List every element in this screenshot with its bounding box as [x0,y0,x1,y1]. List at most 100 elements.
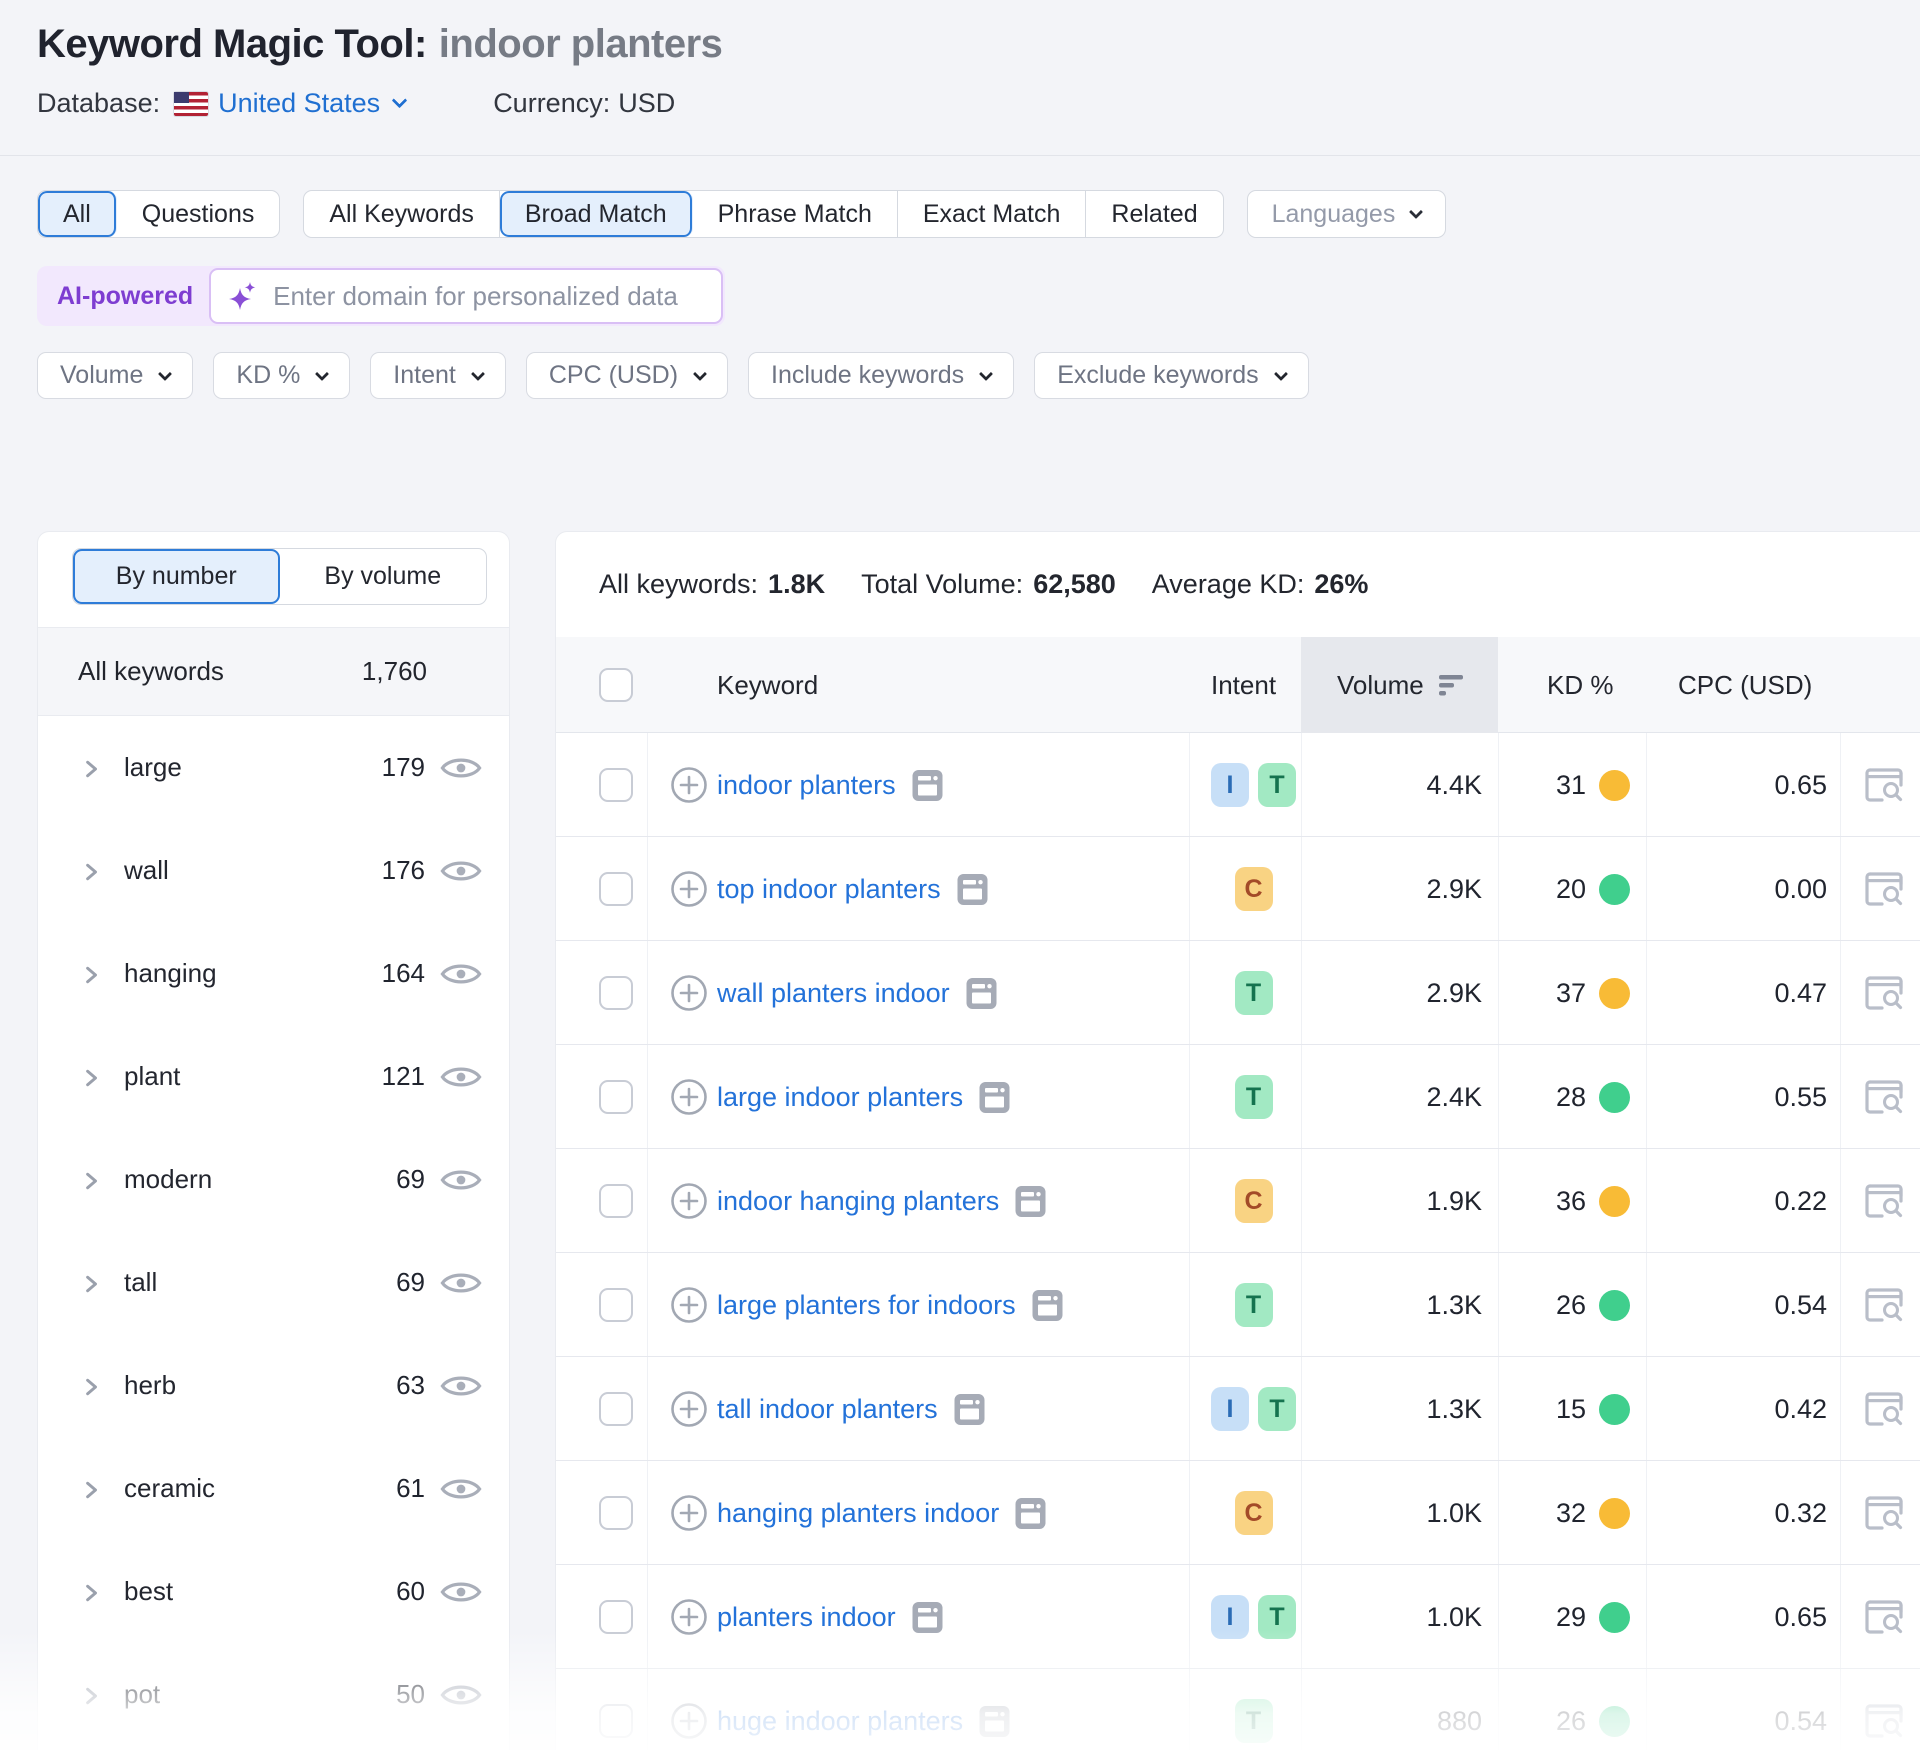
select-all-checkbox[interactable] [599,637,633,733]
serp-icon[interactable] [1015,1185,1046,1218]
add-keyword-button[interactable] [670,1669,708,1750]
add-keyword-button[interactable] [670,1565,708,1669]
group-row-best[interactable]: best 60 [38,1540,509,1643]
group-row-tall[interactable]: tall 69 [38,1231,509,1334]
filter-volume[interactable]: Volume [37,352,193,399]
row-checkbox[interactable] [599,1045,633,1149]
eye-icon[interactable] [440,1063,482,1091]
serp-icon[interactable] [979,1081,1010,1114]
column-header-keyword[interactable]: Keyword [717,637,818,733]
serp-preview-icon[interactable] [1864,767,1904,803]
serp-icon[interactable] [957,873,988,906]
group-row-modern[interactable]: modern 69 [38,1128,509,1231]
keyword-cell: top indoor planters [717,837,988,941]
row-checkbox[interactable] [599,733,633,837]
kd-difficulty-dot [1599,1706,1630,1737]
keyword-link[interactable]: large planters for indoors [717,1290,1016,1321]
group-row-hanging[interactable]: hanging 164 [38,922,509,1025]
tab-broad-match[interactable]: Broad Match [500,191,693,237]
add-keyword-button[interactable] [670,1149,708,1253]
column-header-volume[interactable]: Volume [1337,637,1464,733]
keyword-link[interactable]: indoor planters [717,770,896,801]
row-checkbox[interactable] [599,1461,633,1565]
serp-icon[interactable] [1032,1289,1063,1322]
tab-all-keywords[interactable]: All Keywords [304,191,500,237]
add-keyword-button[interactable] [670,941,708,1045]
add-keyword-button[interactable] [670,1357,708,1461]
all-keywords-group[interactable]: All keywords 1,760 [38,627,509,716]
eye-icon[interactable] [440,754,482,782]
column-header-intent[interactable]: Intent [1211,637,1276,733]
eye-icon[interactable] [440,857,482,885]
eye-icon[interactable] [440,1166,482,1194]
tab-questions[interactable]: Questions [117,191,280,237]
database-select[interactable]: United States [218,88,405,119]
eye-icon[interactable] [440,1681,482,1709]
kd-cell: 32 [1498,1461,1586,1565]
add-keyword-button[interactable] [670,1253,708,1357]
keyword-link[interactable]: tall indoor planters [717,1394,938,1425]
filter-cpc-usd[interactable]: CPC (USD) [526,352,728,399]
group-row-wall[interactable]: wall 176 [38,819,509,922]
plus-circle-icon [670,1286,708,1324]
filter-exclude-keywords[interactable]: Exclude keywords [1034,352,1308,399]
tab-exact-match[interactable]: Exact Match [898,191,1087,237]
eye-icon[interactable] [440,960,482,988]
domain-input[interactable] [271,280,705,313]
row-checkbox[interactable] [599,1669,633,1750]
group-row-ceramic[interactable]: ceramic 61 [38,1437,509,1540]
row-checkbox[interactable] [599,941,633,1045]
column-header-kd[interactable]: KD % [1547,637,1613,733]
intent-cell: T [1209,1669,1298,1750]
group-row-plant[interactable]: plant 121 [38,1025,509,1128]
row-checkbox[interactable] [599,1149,633,1253]
toggle-by-number[interactable]: By number [73,549,280,604]
column-header-cpc[interactable]: CPC (USD) [1678,637,1812,733]
tab-phrase-match[interactable]: Phrase Match [693,191,898,237]
keyword-link[interactable]: hanging planters indoor [717,1498,999,1529]
toggle-by-volume[interactable]: By volume [280,549,487,604]
serp-preview-icon[interactable] [1864,1287,1904,1323]
eye-icon[interactable] [440,1578,482,1606]
eye-icon[interactable] [440,1475,482,1503]
keyword-link[interactable]: wall planters indoor [717,978,950,1009]
add-keyword-button[interactable] [670,733,708,837]
keyword-link[interactable]: indoor hanging planters [717,1186,999,1217]
serp-preview-icon[interactable] [1864,871,1904,907]
row-checkbox[interactable] [599,1565,633,1669]
tab-all[interactable]: All [38,191,117,237]
serp-icon[interactable] [1015,1497,1046,1530]
serp-icon[interactable] [954,1393,985,1426]
group-row-pot[interactable]: pot 50 [38,1643,509,1746]
serp-preview-icon[interactable] [1864,1703,1904,1739]
group-row-large[interactable]: large 179 [38,716,509,819]
row-checkbox[interactable] [599,1357,633,1461]
serp-preview-icon[interactable] [1864,975,1904,1011]
add-keyword-button[interactable] [670,1461,708,1565]
serp-preview-icon[interactable] [1864,1183,1904,1219]
filter-intent[interactable]: Intent [370,352,506,399]
add-keyword-button[interactable] [670,1045,708,1149]
eye-icon[interactable] [440,1372,482,1400]
serp-preview-icon[interactable] [1864,1599,1904,1635]
keyword-link[interactable]: planters indoor [717,1602,896,1633]
keyword-link[interactable]: large indoor planters [717,1082,963,1113]
serp-icon[interactable] [912,769,943,802]
serp-preview-icon[interactable] [1864,1391,1904,1427]
keyword-link[interactable]: huge indoor planters [717,1706,963,1737]
keyword-link[interactable]: top indoor planters [717,874,941,905]
filter-include-keywords[interactable]: Include keywords [748,352,1014,399]
serp-preview-icon[interactable] [1864,1495,1904,1531]
row-checkbox[interactable] [599,837,633,941]
serp-preview-icon[interactable] [1864,1079,1904,1115]
serp-icon[interactable] [966,977,997,1010]
tab-related[interactable]: Related [1086,191,1222,237]
row-checkbox[interactable] [599,1253,633,1357]
filter-kd[interactable]: KD % [213,352,350,399]
eye-icon[interactable] [440,1269,482,1297]
serp-icon[interactable] [912,1601,943,1634]
languages-dropdown[interactable]: Languages [1247,190,1447,238]
group-row-herb[interactable]: herb 63 [38,1334,509,1437]
add-keyword-button[interactable] [670,837,708,941]
serp-icon[interactable] [979,1705,1010,1738]
